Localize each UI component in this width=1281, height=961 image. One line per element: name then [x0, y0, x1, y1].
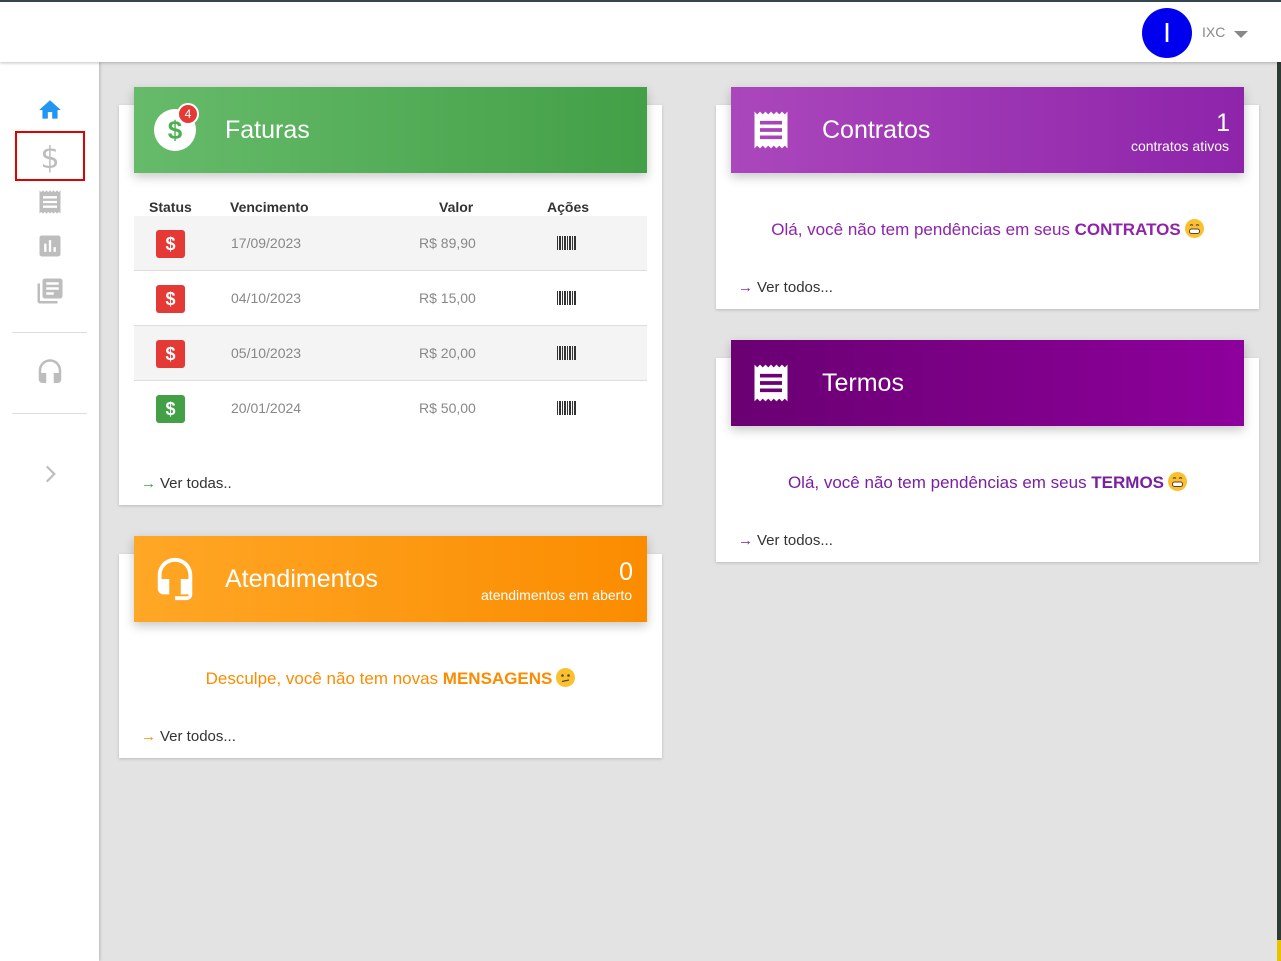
sidebar-divider	[12, 413, 87, 414]
message-strong: MENSAGENS	[442, 669, 553, 688]
atendimentos-message: Desculpe, você não tem novas MENSAGENS	[134, 668, 647, 689]
termos-header: Termos	[731, 340, 1244, 426]
column-header-valor: Valor	[439, 199, 474, 215]
headset-icon	[152, 556, 198, 602]
atendimentos-count: 0	[619, 558, 633, 586]
due-date: 04/10/2023	[231, 290, 302, 306]
atendimentos-count-label: atendimentos em aberto	[481, 587, 632, 603]
user-name[interactable]: IXC	[1202, 24, 1225, 40]
sidebar-item-termos[interactable]	[32, 273, 68, 309]
window-corner-accent	[1277, 940, 1281, 961]
message-strong: TERMOS	[1091, 473, 1165, 492]
receipt-icon	[39, 190, 61, 214]
receipt-icon	[749, 360, 795, 406]
library-books-icon	[37, 278, 63, 304]
contratos-header: Contratos 1 contratos ativos	[731, 87, 1244, 173]
table-row: $ 17/09/2023 R$ 89,90	[134, 216, 647, 271]
ver-todos-contratos-link[interactable]: → Ver todos...	[738, 279, 833, 296]
link-label: Ver todas..	[160, 475, 232, 492]
column-header-acoes: Ações	[547, 199, 590, 215]
message-strong: CONTRATOS	[1074, 220, 1181, 239]
bar-chart-icon	[39, 235, 61, 257]
link-label: Ver todos...	[757, 279, 833, 296]
sidebar-item-home[interactable]	[32, 92, 68, 128]
column-header-status: Status	[149, 199, 192, 215]
column-header-vencimento: Vencimento	[230, 199, 309, 215]
ver-todas-faturas-link[interactable]: → Ver todas..	[141, 475, 232, 492]
contratos-count-label: contratos ativos	[1130, 138, 1229, 154]
status-paid-button[interactable]: $	[156, 395, 185, 423]
due-date: 05/10/2023	[231, 345, 302, 361]
link-label: Ver todos...	[160, 728, 236, 745]
due-date: 20/01/2024	[231, 400, 302, 416]
atendimentos-title: Atendimentos	[225, 565, 378, 593]
receipt-icon	[749, 107, 795, 153]
ver-todos-atendimentos-link[interactable]: → Ver todos...	[141, 728, 236, 745]
atendimentos-header: Atendimentos 0 atendimentos em aberto	[134, 536, 647, 622]
table-row: $ 04/10/2023 R$ 15,00	[134, 271, 647, 326]
window-right-border	[1277, 62, 1281, 961]
barcode-icon[interactable]	[557, 236, 576, 250]
contratos-title: Contratos	[822, 116, 931, 144]
arrow-right-icon: →	[141, 728, 156, 745]
faturas-title: Faturas	[225, 116, 310, 144]
table-row: $ 05/10/2023 R$ 20,00	[134, 326, 647, 381]
sidebar-item-contratos[interactable]	[32, 184, 68, 220]
table-row: $ 20/01/2024 R$ 50,00	[134, 381, 647, 436]
arrow-right-icon: →	[738, 279, 753, 296]
barcode-icon[interactable]	[557, 401, 576, 415]
barcode-icon[interactable]	[557, 291, 576, 305]
invoice-value: R$ 20,00	[419, 345, 476, 361]
invoice-value: R$ 50,00	[419, 400, 476, 416]
due-date: 17/09/2023	[231, 235, 302, 251]
termos-title: Termos	[822, 369, 904, 397]
notification-badge: 4	[177, 103, 199, 125]
barcode-icon[interactable]	[557, 346, 576, 360]
invoice-value: R$ 89,90	[419, 235, 476, 251]
message-text: Olá, você não tem pendências em seus	[787, 473, 1092, 492]
arrow-right-icon: →	[738, 532, 753, 549]
message-text: Desculpe, você não tem novas	[205, 669, 443, 688]
invoice-value: R$ 15,00	[419, 290, 476, 306]
top-header: I IXC	[0, 2, 1281, 62]
grin-emoji-icon	[1168, 472, 1188, 491]
home-icon	[39, 100, 61, 119]
sidebar-divider	[12, 332, 87, 333]
sidebar-item-atendimentos[interactable]	[32, 355, 68, 391]
grin-emoji-icon	[1184, 219, 1204, 238]
link-label: Ver todos...	[757, 532, 833, 549]
status-open-button[interactable]: $	[156, 230, 185, 258]
arrow-right-icon: →	[141, 475, 156, 492]
contratos-message: Olá, você não tem pendências em seus CON…	[731, 219, 1244, 240]
chevron-right-icon	[45, 465, 56, 483]
caret-down-icon[interactable]	[1234, 31, 1248, 38]
sidebar: $	[0, 62, 99, 961]
confused-emoji-icon	[556, 668, 576, 687]
sidebar-item-consumo[interactable]	[32, 228, 68, 264]
sidebar-item-expand[interactable]	[32, 456, 68, 492]
user-avatar[interactable]: I	[1142, 8, 1192, 58]
headset-icon	[38, 359, 62, 383]
selection-highlight	[15, 131, 85, 181]
status-open-button[interactable]: $	[156, 340, 185, 368]
status-open-button[interactable]: $	[156, 285, 185, 313]
ver-todos-termos-link[interactable]: → Ver todos...	[738, 532, 833, 549]
faturas-header: $ 4 Faturas	[134, 87, 647, 173]
message-text: Olá, você não tem pendências em seus	[771, 220, 1075, 239]
termos-message: Olá, você não tem pendências em seus TER…	[731, 472, 1244, 493]
contratos-count: 1	[1216, 109, 1230, 137]
